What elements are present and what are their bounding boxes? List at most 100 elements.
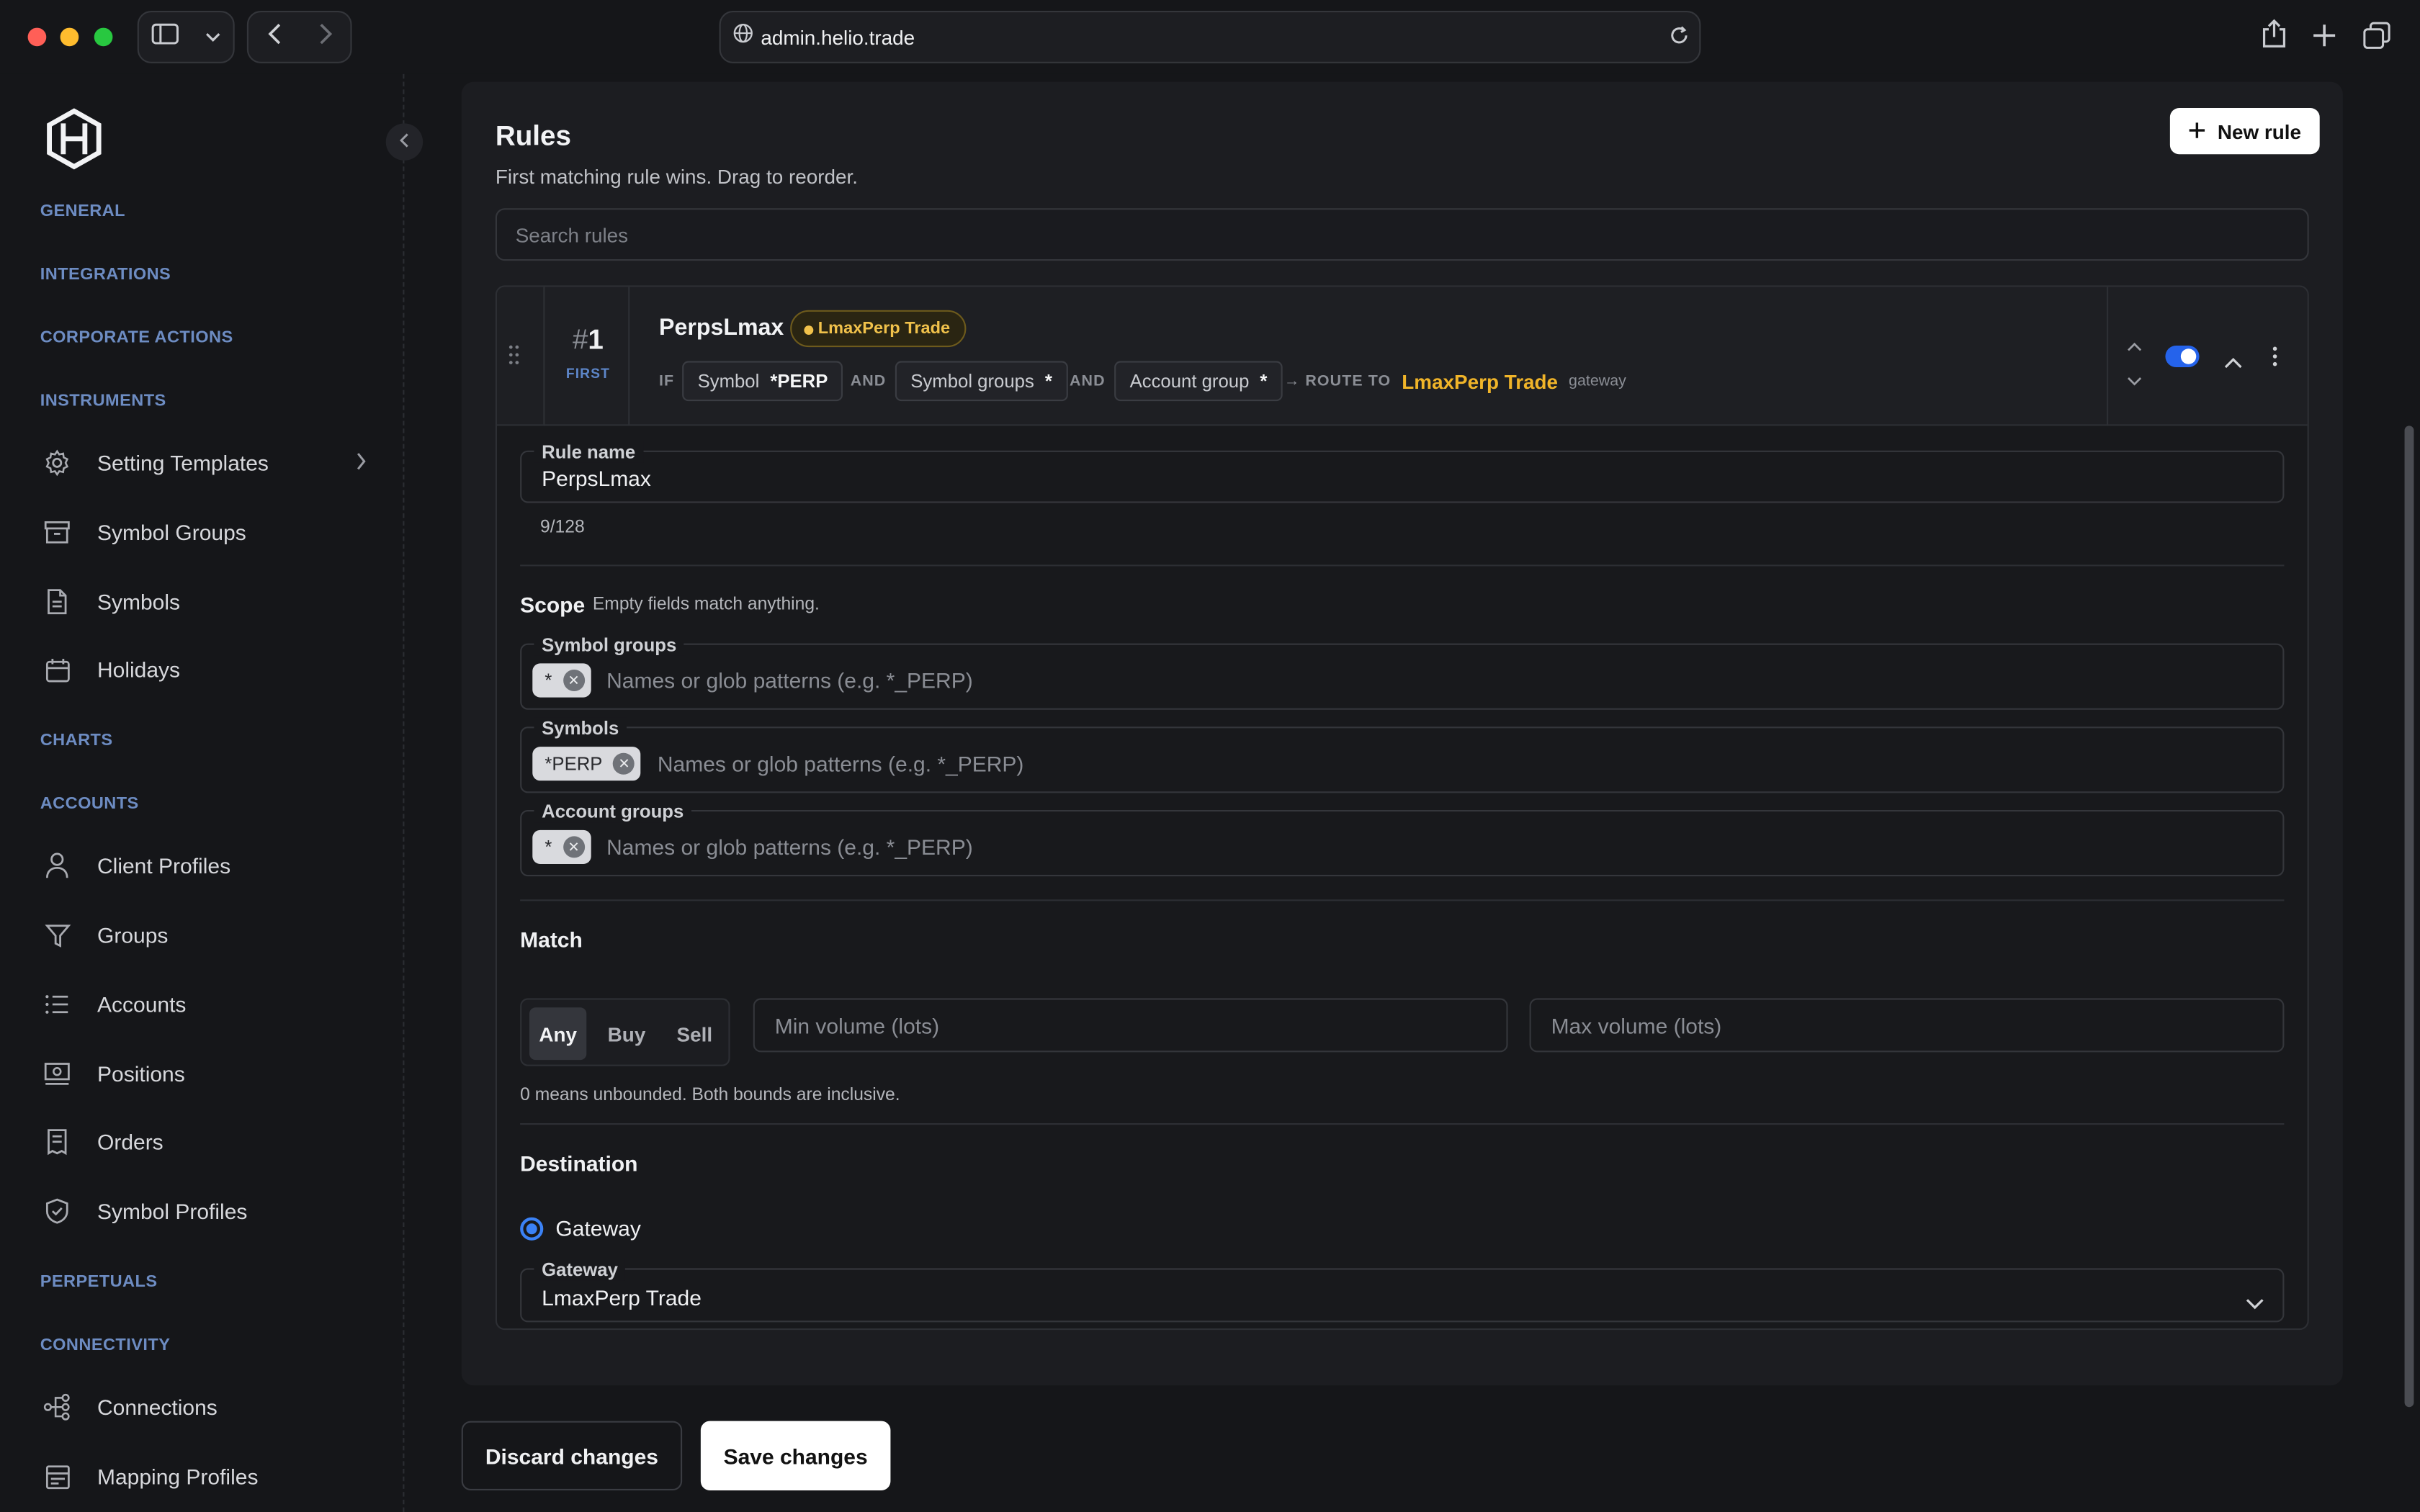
section-integrations[interactable]: INTEGRATIONS (40, 266, 171, 284)
max-volume-input[interactable]: Max volume (lots) (1529, 998, 2285, 1053)
side-buy-button[interactable]: Buy (596, 1007, 658, 1060)
new-tab-icon[interactable] (2312, 23, 2336, 55)
condition-symbol-groups: Symbol groups * (895, 361, 1068, 402)
gateway-select-value: LmaxPerp Trade (542, 1285, 702, 1310)
zoom-window-button[interactable] (94, 27, 113, 47)
min-volume-input[interactable]: Min volume (lots) (753, 998, 1508, 1053)
sidebar-item-label: Symbol Groups (97, 520, 246, 545)
collapse-rule-icon[interactable] (2224, 348, 2243, 377)
sidebar-item-symbol-groups[interactable]: Symbol Groups (40, 509, 380, 555)
sidebar-item-client-profiles[interactable]: Client Profiles (40, 842, 380, 888)
rule-name-value: PerpsLmax (542, 466, 651, 491)
user-icon (40, 849, 74, 883)
minimize-window-button[interactable] (60, 27, 79, 47)
collapse-sidebar-button[interactable] (385, 123, 424, 161)
side-any-button[interactable]: Any (529, 1007, 587, 1061)
volume-hint: 0 means unbounded. Both bounds are inclu… (520, 1086, 900, 1105)
sidebar-item-label: Symbol Profiles (97, 1199, 248, 1224)
helio-logo[interactable] (43, 108, 105, 170)
sidebar-item-symbol-profiles[interactable]: Symbol Profiles (40, 1188, 380, 1234)
section-perpetuals[interactable]: PERPETUALS (40, 1273, 158, 1292)
sidebar-item-setting-templates[interactable]: Setting Templates (40, 440, 380, 486)
sidebar-item-groups[interactable]: Groups (40, 912, 380, 958)
move-down-icon[interactable] (2127, 367, 2142, 395)
condition-and-2: AND (1070, 372, 1106, 390)
discard-changes-button[interactable]: Discard changes (461, 1421, 683, 1490)
section-charts[interactable]: CHARTS (40, 732, 113, 750)
sidebar-item-symbols[interactable]: Symbols (40, 579, 380, 625)
divider (520, 899, 2285, 901)
remove-tag-icon[interactable]: ✕ (613, 752, 635, 775)
globe-icon (733, 23, 753, 51)
route-name: LmaxPerp Trade (1402, 369, 1559, 393)
rank-label: FIRST (565, 365, 610, 382)
rule-card-header[interactable]: #1 FIRST PerpsLmax LmaxPerp Trade IF Sym… (497, 287, 2308, 426)
close-window-button[interactable] (27, 27, 47, 47)
section-corporate-actions[interactable]: CORPORATE ACTIONS (40, 328, 233, 347)
back-button[interactable] (266, 22, 282, 52)
reload-icon[interactable] (1668, 24, 1690, 54)
condition-if: IF (659, 372, 675, 390)
page-subtitle: First matching rule wins. Drag to reorde… (495, 165, 859, 189)
symbols-placeholder: Names or glob patterns (e.g. *_PERP) (657, 751, 1024, 776)
gear-icon (40, 446, 74, 480)
browser-toolbar: admin.helio.trade (0, 0, 2420, 74)
list-icon (40, 987, 74, 1021)
sidebar-toggle-button[interactable] (137, 11, 235, 63)
new-rule-button[interactable]: New rule (2169, 108, 2320, 155)
gateway-select[interactable]: Gateway LmaxPerp Trade (520, 1259, 2285, 1323)
save-changes-button[interactable]: Save changes (700, 1421, 891, 1490)
remove-tag-icon[interactable]: ✕ (563, 836, 585, 858)
account-groups-field[interactable]: Account groups * ✕ Names or glob patterns… (520, 801, 2285, 877)
divider (520, 564, 2285, 567)
route-target: → ROUTE TO LmaxPerp Trade gateway (1284, 361, 1626, 401)
section-instruments[interactable]: INSTRUMENTS (40, 392, 166, 410)
archive-icon (40, 516, 74, 549)
section-general[interactable]: GENERAL (40, 202, 125, 221)
move-up-icon[interactable] (2127, 332, 2142, 360)
sidebar-item-connections[interactable]: Connections (40, 1384, 380, 1430)
app-root: admin.helio.trade GENERAL INTEGRATIONS C… (0, 0, 2420, 1512)
calendar-icon (40, 652, 74, 686)
divider (520, 1123, 2285, 1125)
sidebar-item-positions[interactable]: Positions (40, 1050, 380, 1097)
rank-number: 1 (588, 324, 604, 355)
symbol-groups-field[interactable]: Symbol groups * ✕ Names or glob patterns … (520, 634, 2285, 710)
page-title: Rules (495, 120, 571, 151)
side-segmented-control: Any Buy Sell (520, 998, 730, 1066)
sidebar-item-orders[interactable]: Orders (40, 1119, 380, 1165)
rule-name-field[interactable]: Rule name PerpsLmax (520, 441, 2285, 503)
history-nav (246, 11, 352, 63)
drag-handle-icon[interactable] (508, 344, 520, 370)
destination-badge: LmaxPerp Trade (790, 310, 966, 348)
match-title: Match (520, 927, 583, 953)
scrollbar[interactable] (2404, 426, 2414, 1408)
sidebar-item-holidays[interactable]: Holidays (40, 647, 380, 693)
section-accounts[interactable]: ACCOUNTS (40, 795, 139, 814)
table-icon (40, 1459, 74, 1493)
sidebar-item-label: Groups (97, 922, 169, 948)
sidebar-icon (152, 22, 180, 52)
more-options-icon[interactable] (2272, 346, 2278, 375)
tab-overview-icon[interactable] (2363, 22, 2391, 57)
side-sell-button[interactable]: Sell (666, 1007, 724, 1060)
address-bar[interactable]: admin.helio.trade (719, 11, 1701, 63)
search-rules-input[interactable] (495, 208, 2309, 261)
symbols-field[interactable]: Symbols *PERP ✕ Names or glob patterns (e… (520, 717, 2285, 793)
chevron-down-icon (2246, 1290, 2264, 1318)
account-groups-placeholder: Names or glob patterns (e.g. *_PERP) (606, 834, 973, 860)
sidebar-item-label: Connections (97, 1395, 218, 1420)
section-connectivity[interactable]: CONNECTIVITY (40, 1336, 171, 1355)
chevron-down-icon (205, 23, 220, 51)
forward-button[interactable] (317, 22, 332, 52)
new-rule-label: New rule (2217, 120, 2301, 143)
sidebar-item-label: Client Profiles (97, 853, 231, 878)
remove-tag-icon[interactable]: ✕ (563, 670, 585, 691)
sidebar-item-mapping-profiles[interactable]: Mapping Profiles (40, 1454, 380, 1500)
sidebar-item-accounts[interactable]: Accounts (40, 981, 380, 1027)
filter-icon (40, 918, 74, 952)
rule-enabled-toggle[interactable] (2165, 346, 2200, 367)
char-count: 9/128 (540, 518, 585, 537)
share-icon[interactable] (2261, 19, 2287, 58)
gateway-radio[interactable] (520, 1217, 544, 1241)
